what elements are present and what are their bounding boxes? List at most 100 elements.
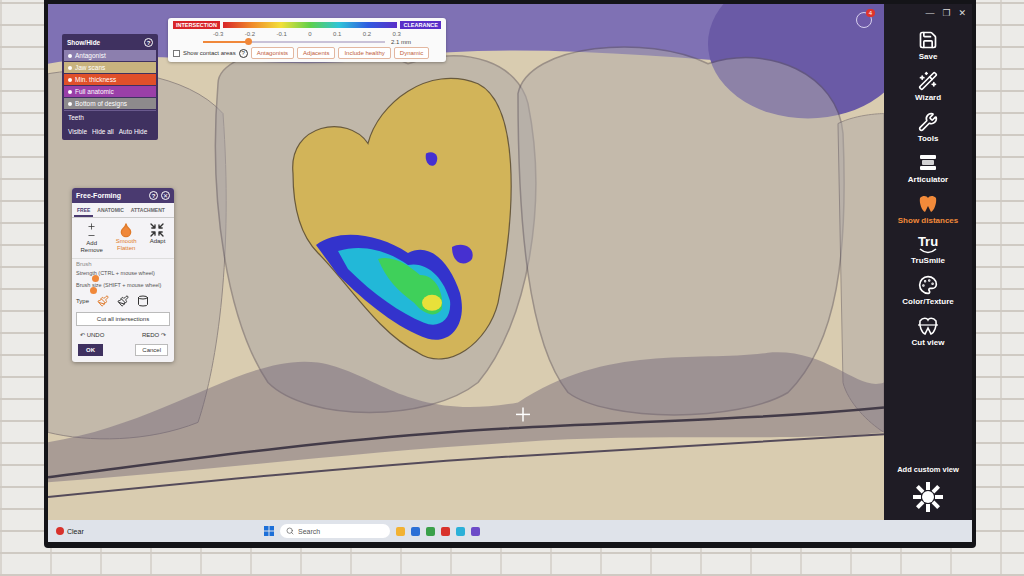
- tool-button[interactable]: SmoothFlatten: [116, 222, 137, 254]
- hide-all-button[interactable]: Hide all: [92, 128, 114, 135]
- taskbar-app-icon[interactable]: [396, 527, 405, 536]
- layer-bullet: [68, 102, 72, 106]
- monitor: 4 Show/Hide? AntagonistJaw scansMin. thick…: [44, 0, 976, 576]
- toolbar-item[interactable]: Save: [918, 28, 938, 63]
- slider-knob[interactable]: [245, 38, 252, 45]
- toggle-button[interactable]: Dynamic: [394, 47, 429, 59]
- windows-logo-icon[interactable]: [264, 526, 274, 536]
- adapt-icon: [149, 222, 165, 238]
- help-button[interactable]: ?: [144, 38, 153, 47]
- window-control[interactable]: ✕: [958, 8, 966, 18]
- toggle-button[interactable]: Include healthy: [338, 47, 390, 59]
- toolbar-item[interactable]: Articulator: [908, 151, 948, 186]
- toolbar-item[interactable]: Cut view: [912, 314, 945, 349]
- taskbar-app-icon[interactable]: [426, 527, 435, 536]
- distance-map: [378, 258, 442, 314]
- tab[interactable]: FREE: [74, 205, 93, 217]
- tools-row: AddRemove SmoothFlatten Adapt: [72, 218, 174, 258]
- help-button[interactable]: ?: [149, 191, 158, 200]
- crown-design[interactable]: [293, 78, 511, 359]
- layer-row[interactable]: Jaw scans: [64, 62, 156, 73]
- tab[interactable]: ATTACHMENT: [128, 205, 168, 217]
- clearance-label: CLEARANCE: [400, 21, 441, 29]
- save-icon: [918, 30, 938, 50]
- custom-view-icon[interactable]: [911, 480, 945, 514]
- visible-button[interactable]: Visible: [68, 128, 87, 135]
- taskbar-app-icon[interactable]: [411, 527, 420, 536]
- window-control[interactable]: —: [925, 8, 934, 18]
- cut-intersections-button[interactable]: Cut all intersections: [76, 312, 170, 326]
- notification-icon[interactable]: 4: [856, 12, 872, 28]
- toolbar-item[interactable]: Tools: [918, 110, 939, 145]
- brush-icon[interactable]: [117, 295, 129, 307]
- panel-header: Free-Forming?✕: [72, 188, 174, 203]
- auto-hide-button[interactable]: Auto Hide: [119, 128, 148, 135]
- toolbar-item[interactable]: TruTruSmile: [911, 233, 945, 267]
- cylinder-icon[interactable]: [137, 295, 149, 307]
- distance-slider: 2.1 mm: [173, 39, 441, 45]
- tool-button[interactable]: Adapt: [149, 222, 165, 254]
- layer-bullet: [68, 90, 72, 94]
- slider-track[interactable]: [203, 41, 385, 43]
- slider-value: 2.1 mm: [391, 39, 411, 45]
- distance-map: [316, 235, 462, 340]
- slider-knob[interactable]: [90, 287, 97, 294]
- window-control[interactable]: ❐: [942, 8, 950, 18]
- tick: 0.3: [393, 31, 401, 37]
- taskbar: Clear Search: [48, 520, 972, 542]
- toggle-button[interactable]: Antagonists: [251, 47, 294, 59]
- panel-title: Show/Hide: [67, 39, 100, 46]
- contact-checkbox[interactable]: [173, 50, 180, 57]
- wizard-icon: [918, 71, 938, 91]
- cut-view-icon: [917, 316, 939, 336]
- cancel-button[interactable]: Cancel: [135, 344, 168, 356]
- undo-button[interactable]: ↶ UNDO: [80, 331, 104, 338]
- weather-widget[interactable]: Clear: [56, 527, 256, 535]
- window-controls: — ❐ ✕: [888, 8, 968, 22]
- distances-icon: [917, 194, 939, 214]
- toolbar-item[interactable]: Wizard: [915, 69, 941, 104]
- free-forming-panel: Free-Forming?✕FREEANATOMICATTACHMENTAddR…: [72, 188, 174, 362]
- close-button[interactable]: ✕: [161, 191, 170, 200]
- group-row[interactable]: Teeth: [64, 110, 156, 124]
- contact-label: Show contact areas: [183, 50, 236, 56]
- help-button[interactable]: ?: [239, 49, 248, 58]
- show-hide-panel: Show/Hide? AntagonistJaw scansMin. thickn…: [62, 34, 158, 140]
- toolbar-item[interactable]: Color/Texture: [902, 273, 953, 308]
- options-row: Show contact areas?AntagonistsAdjacentsI…: [173, 47, 441, 59]
- slider-label: Strength (CTRL + mouse wheel): [76, 270, 170, 276]
- slider-knob[interactable]: [92, 275, 99, 282]
- layer-row[interactable]: Full anatomic: [64, 86, 156, 97]
- taskbar-app-icon[interactable]: [441, 527, 450, 536]
- layer-row[interactable]: Min. thickness: [64, 74, 156, 85]
- distance-map: [426, 152, 438, 166]
- color-bar: [223, 22, 398, 28]
- tick: 0.2: [363, 31, 371, 37]
- layer-bullet: [68, 78, 72, 82]
- tick: -0.3: [213, 31, 223, 37]
- ok-button[interactable]: OK: [78, 344, 103, 356]
- smile-icon: [918, 248, 938, 254]
- layer-row[interactable]: Antagonist: [64, 50, 156, 61]
- tab[interactable]: ANATOMIC: [94, 205, 126, 217]
- tooth: [215, 46, 535, 412]
- visibility-row: Visible Hide all Auto Hide: [64, 125, 156, 138]
- toggle-button[interactable]: Adjacents: [297, 47, 335, 59]
- brick-wall: [976, 0, 1024, 576]
- dialog-buttons: OK Cancel: [72, 340, 174, 362]
- trusmile-icon: Tru: [918, 235, 938, 254]
- monitor-bezel: 4 Show/Hide? AntagonistJaw scansMin. thick…: [44, 0, 976, 548]
- taskbar-app-icon[interactable]: [471, 527, 480, 536]
- taskbar-search[interactable]: Search: [280, 524, 390, 538]
- taskbar-app-icon[interactable]: [456, 527, 465, 536]
- layer-bullet: [68, 66, 72, 70]
- layer-row[interactable]: Bottom of designs: [64, 98, 156, 109]
- redo-button[interactable]: REDO ↷: [142, 331, 166, 338]
- brush-icon[interactable]: [97, 295, 109, 307]
- app-window: 4 Show/Hide? AntagonistJaw scansMin. thick…: [48, 4, 972, 520]
- smooth-icon: [118, 222, 134, 238]
- viewport-3d[interactable]: 4 Show/Hide? AntagonistJaw scansMin. thick…: [48, 4, 884, 520]
- tab-bar: FREEANATOMICATTACHMENT: [72, 203, 174, 218]
- tool-button[interactable]: AddRemove: [80, 222, 102, 254]
- toolbar-item[interactable]: Show distances: [898, 192, 958, 227]
